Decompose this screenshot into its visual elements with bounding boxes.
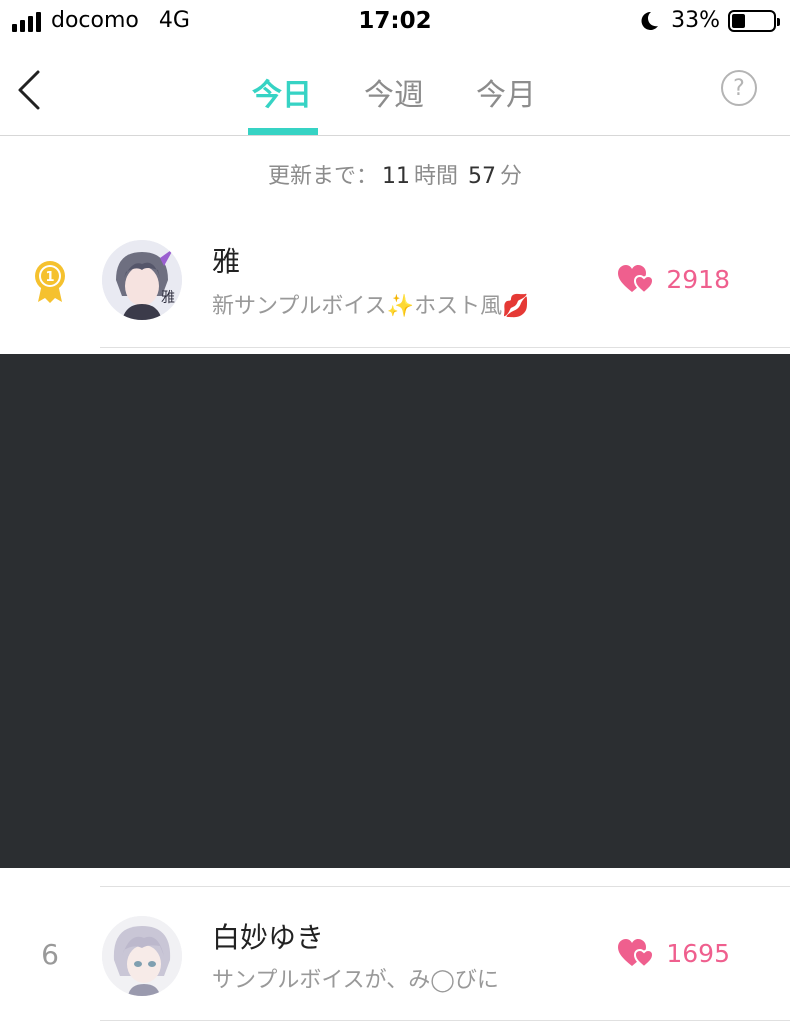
row-divider: [100, 886, 790, 887]
countdown-hours-unit: 時間: [413, 164, 458, 189]
gold-medal-icon: 1: [35, 261, 65, 303]
ranking-row[interactable]: 1 雅 雅 新サンプルボイス✨ホスト風💋 2918: [0, 218, 790, 348]
countdown-prefix: 更新まで：: [267, 164, 378, 189]
status-bar: docomo 4G 17:02 33%: [0, 0, 790, 44]
update-countdown: 更新まで： 11 時間 57 分: [0, 158, 790, 190]
tab-this-week[interactable]: 今週: [364, 70, 424, 134]
avatar[interactable]: [102, 916, 182, 996]
rank-number: 6: [41, 938, 59, 971]
nav-bar: 今日 今週 今月 ?: [0, 44, 790, 136]
avatar-illustration: [102, 916, 182, 996]
likes-count: 2918: [666, 264, 730, 294]
tab-this-month[interactable]: 今月: [476, 70, 536, 134]
chevron-left-icon: [18, 70, 40, 110]
active-tab-indicator: [248, 128, 318, 135]
status-right: 33%: [639, 8, 780, 33]
avatar-illustration: 雅: [102, 240, 182, 320]
countdown-hours: 11: [381, 164, 410, 189]
countdown-minutes-unit: 分: [500, 164, 523, 189]
battery-icon: [728, 9, 780, 32]
back-button[interactable]: [14, 68, 48, 112]
row-divider: [100, 347, 790, 348]
likes-count: 1695: [666, 938, 730, 968]
moon-icon: [641, 11, 659, 30]
user-description: 新サンプルボイス✨ホスト風💋: [212, 294, 530, 319]
user-name: 白妙ゆき: [212, 921, 325, 954]
likes-counter[interactable]: 1695: [618, 938, 730, 968]
row-divider: [100, 1020, 790, 1021]
tab-today[interactable]: 今日: [252, 70, 312, 134]
svg-text:1: 1: [45, 270, 54, 285]
likes-counter[interactable]: 2918: [618, 264, 730, 294]
redacted-area: [0, 354, 790, 868]
ranking-row[interactable]: 6 白妙ゆき サンプルボイスが、み◯びに 1695: [0, 886, 790, 1021]
user-name: 雅: [212, 245, 241, 278]
help-icon[interactable]: ?: [721, 70, 757, 106]
countdown-minutes: 57: [468, 164, 496, 189]
heart-icon: [618, 939, 655, 968]
user-description: サンプルボイスが、み◯びに: [212, 968, 499, 993]
heart-icon: [618, 265, 655, 294]
avatar[interactable]: 雅: [102, 240, 182, 320]
svg-text:雅: 雅: [161, 290, 175, 306]
battery-percent: 33%: [671, 8, 720, 33]
